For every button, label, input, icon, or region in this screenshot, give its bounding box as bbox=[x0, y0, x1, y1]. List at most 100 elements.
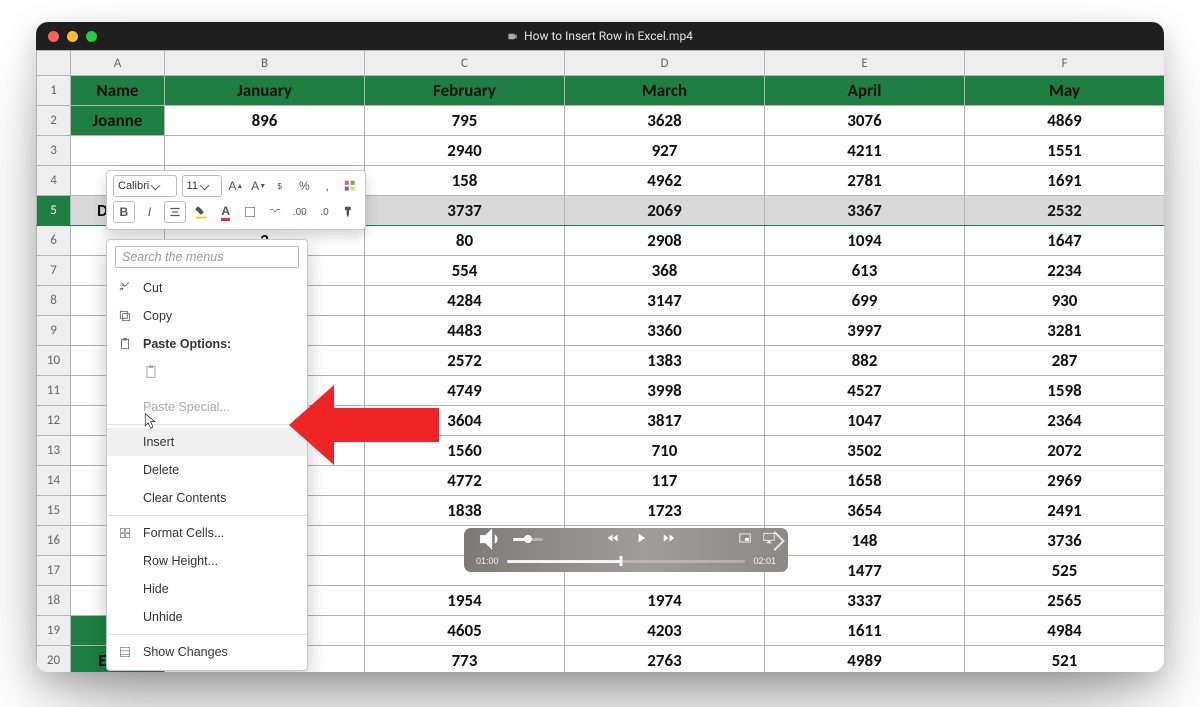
data-cell[interactable]: 2364 bbox=[965, 406, 1165, 436]
data-cell[interactable]: 525 bbox=[965, 556, 1165, 586]
header-cell[interactable]: May bbox=[965, 76, 1165, 106]
font-color-button[interactable]: A bbox=[216, 202, 236, 222]
play-button[interactable] bbox=[634, 531, 648, 548]
header-cell[interactable]: February bbox=[365, 76, 565, 106]
minimize-window-button[interactable] bbox=[67, 31, 78, 42]
menu-unhide[interactable]: Unhide bbox=[107, 603, 307, 631]
data-cell[interactable]: 158 bbox=[365, 166, 565, 196]
menu-cut[interactable]: Cut bbox=[107, 274, 307, 302]
row-header[interactable]: 2 bbox=[37, 106, 71, 136]
menu-search-input[interactable]: Search the menus bbox=[115, 246, 299, 268]
menu-clear-contents[interactable]: Clear Contents bbox=[107, 484, 307, 512]
data-cell[interactable]: 2572 bbox=[365, 346, 565, 376]
header-cell[interactable]: March bbox=[565, 76, 765, 106]
percent-format-icon[interactable]: % bbox=[295, 176, 313, 196]
data-cell[interactable]: 148 bbox=[765, 526, 965, 556]
data-cell[interactable]: 1974 bbox=[565, 586, 765, 616]
data-cell[interactable]: 3367 bbox=[765, 196, 965, 226]
row-header[interactable]: 9 bbox=[37, 316, 71, 346]
pip-button[interactable] bbox=[738, 531, 752, 548]
data-cell[interactable]: 3654 bbox=[765, 496, 965, 526]
data-cell[interactable]: 2908 bbox=[565, 226, 765, 256]
data-cell[interactable]: 3337 bbox=[765, 586, 965, 616]
data-cell[interactable]: 1691 bbox=[965, 166, 1165, 196]
row-header[interactable]: 12 bbox=[37, 406, 71, 436]
data-cell[interactable]: 613 bbox=[765, 256, 965, 286]
data-cell[interactable]: 3997 bbox=[765, 316, 965, 346]
data-cell[interactable]: 1611 bbox=[765, 616, 965, 646]
data-cell[interactable]: 1094 bbox=[765, 226, 965, 256]
data-cell[interactable]: 3281 bbox=[965, 316, 1165, 346]
data-cell[interactable]: 4284 bbox=[365, 286, 565, 316]
row-header[interactable]: 8 bbox=[37, 286, 71, 316]
data-cell[interactable]: 3628 bbox=[565, 106, 765, 136]
data-cell[interactable]: 710 bbox=[565, 436, 765, 466]
data-cell[interactable]: 3736 bbox=[965, 526, 1165, 556]
data-cell[interactable]: 2072 bbox=[965, 436, 1165, 466]
row-header[interactable]: 15 bbox=[37, 496, 71, 526]
menu-show-changes[interactable]: Show Changes bbox=[107, 638, 307, 666]
data-cell[interactable]: 4605 bbox=[365, 616, 565, 646]
data-cell[interactable]: 3076 bbox=[765, 106, 965, 136]
borders-button[interactable] bbox=[241, 202, 261, 222]
data-cell[interactable]: 4989 bbox=[765, 646, 965, 673]
header-cell[interactable]: Name bbox=[71, 76, 165, 106]
decrease-font-icon[interactable]: A▼ bbox=[250, 176, 268, 196]
data-cell[interactable]: 773 bbox=[365, 646, 565, 673]
data-cell[interactable] bbox=[165, 136, 365, 166]
row-header[interactable]: 3 bbox=[37, 136, 71, 166]
data-cell[interactable]: 3502 bbox=[765, 436, 965, 466]
menu-delete[interactable]: Delete bbox=[107, 456, 307, 484]
row-header[interactable]: 20 bbox=[37, 646, 71, 673]
font-family-select[interactable]: Calibri bbox=[113, 175, 177, 197]
menu-hide[interactable]: Hide bbox=[107, 575, 307, 603]
data-cell[interactable]: 1723 bbox=[565, 496, 765, 526]
video-scrubber[interactable] bbox=[507, 560, 746, 563]
row-header[interactable]: 7 bbox=[37, 256, 71, 286]
data-cell[interactable]: 1477 bbox=[765, 556, 965, 586]
center-align-button[interactable] bbox=[164, 201, 186, 223]
increase-font-icon[interactable]: A▲ bbox=[227, 176, 245, 196]
data-cell[interactable]: 2763 bbox=[565, 646, 765, 673]
data-cell[interactable]: 117 bbox=[565, 466, 765, 496]
name-cell[interactable]: Joanne bbox=[71, 106, 165, 136]
data-cell[interactable]: 80 bbox=[365, 226, 565, 256]
zoom-window-button[interactable] bbox=[86, 31, 97, 42]
data-cell[interactable]: 1551 bbox=[965, 136, 1165, 166]
data-cell[interactable]: 2969 bbox=[965, 466, 1165, 496]
merge-center-button[interactable] bbox=[265, 202, 285, 222]
decrease-decimal-icon[interactable]: .0 bbox=[315, 202, 335, 222]
col-header-E[interactable]: E bbox=[765, 51, 965, 76]
data-cell[interactable]: 287 bbox=[965, 346, 1165, 376]
data-cell[interactable]: 4869 bbox=[965, 106, 1165, 136]
data-cell[interactable]: 927 bbox=[565, 136, 765, 166]
data-cell[interactable]: 3998 bbox=[565, 376, 765, 406]
data-cell[interactable]: 3817 bbox=[565, 406, 765, 436]
accounting-format-icon[interactable]: $ bbox=[273, 176, 291, 196]
data-cell[interactable]: 2069 bbox=[565, 196, 765, 226]
col-header-C[interactable]: C bbox=[365, 51, 565, 76]
data-cell[interactable]: 4984 bbox=[965, 616, 1165, 646]
data-cell[interactable]: 2781 bbox=[765, 166, 965, 196]
data-cell[interactable]: 1658 bbox=[765, 466, 965, 496]
data-cell[interactable]: 4203 bbox=[565, 616, 765, 646]
data-cell[interactable]: 3147 bbox=[565, 286, 765, 316]
header-cell[interactable]: January bbox=[165, 76, 365, 106]
row-header[interactable]: 4 bbox=[37, 166, 71, 196]
data-cell[interactable]: 795 bbox=[365, 106, 565, 136]
row-header[interactable]: 18 bbox=[37, 586, 71, 616]
data-cell[interactable]: 4483 bbox=[365, 316, 565, 346]
bold-button[interactable]: B bbox=[113, 201, 135, 223]
data-cell[interactable]: 930 bbox=[965, 286, 1165, 316]
col-header-F[interactable]: F bbox=[965, 51, 1165, 76]
data-cell[interactable]: 4211 bbox=[765, 136, 965, 166]
conditional-format-icon[interactable] bbox=[341, 176, 359, 196]
data-cell[interactable]: 1838 bbox=[365, 496, 565, 526]
data-cell[interactable]: 2940 bbox=[365, 136, 565, 166]
data-cell[interactable]: 2532 bbox=[965, 196, 1165, 226]
row-header-1[interactable]: 1 bbox=[37, 76, 71, 106]
col-header-B[interactable]: B bbox=[165, 51, 365, 76]
data-cell[interactable]: 1383 bbox=[565, 346, 765, 376]
data-cell[interactable]: 4962 bbox=[565, 166, 765, 196]
data-cell[interactable]: 554 bbox=[365, 256, 565, 286]
